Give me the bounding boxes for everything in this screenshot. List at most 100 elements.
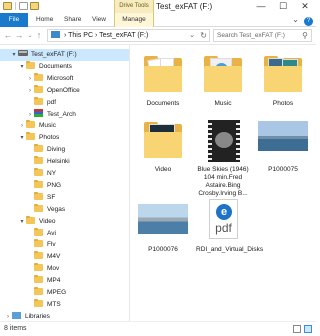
folder-icon (134, 116, 192, 164)
nav-item-png[interactable]: PNG (0, 179, 61, 192)
chevron-down-icon[interactable]: ⌄ (292, 15, 299, 24)
folder-icon (26, 215, 35, 224)
folder-icon (34, 156, 43, 165)
close-button[interactable]: ✕ (294, 0, 316, 13)
minimize-button[interactable]: — (250, 0, 272, 13)
nav-item-label: MP4 (47, 277, 61, 285)
nav-item-helsinki[interactable]: Helsinki (0, 156, 70, 168)
up-arrow-icon[interactable]: ↑ (34, 30, 44, 40)
nav-item-pdf[interactable]: pdf (0, 96, 57, 109)
folder-icon (34, 203, 43, 212)
pdf-icon-text: pdf (215, 221, 232, 235)
file-item-photos[interactable]: Photos (254, 50, 312, 108)
nav-item-test-exfat-f[interactable]: ▾ Test_exFAT (F:) (0, 49, 129, 61)
chevron-right-icon[interactable]: › (26, 85, 34, 97)
chevron-down-icon[interactable]: ⌄ (189, 30, 195, 41)
maximize-button[interactable]: ☐ (272, 0, 294, 13)
file-item-p1000076[interactable]: P1000076 (134, 196, 192, 254)
ribbon-tabs: File Home Share View Manage ⌄ ? (0, 13, 316, 27)
nav-item-openoffice[interactable]: › OpenOffice (0, 84, 80, 97)
file-item-music[interactable]: Music (194, 50, 252, 108)
file-item-documents[interactable]: Documents (134, 50, 192, 108)
file-item-video[interactable]: Video (134, 116, 192, 174)
file-list[interactable]: Documents Music Photos Video Blue Skies … (131, 45, 316, 321)
image-thumbnail (134, 196, 192, 244)
folder-icon (26, 132, 35, 141)
breadcrumb-this-pc[interactable]: This PC (68, 32, 93, 39)
file-item-p1000075[interactable]: P1000075 (254, 116, 312, 174)
file-item-blue-skies[interactable]: Blue Skies (1946) 104 min.Fred Astaire.B… (194, 116, 252, 198)
nav-item-flv[interactable]: Flv (0, 239, 56, 251)
tab-view[interactable]: View (87, 13, 111, 27)
edge-icon: e (216, 204, 232, 220)
chevron-down-icon[interactable]: ▾ (10, 49, 18, 61)
chevron-down-icon[interactable]: ▾ (18, 216, 26, 228)
nav-item-documents[interactable]: ▾ Documents (0, 60, 72, 73)
nav-item-m4v[interactable]: M4V (0, 251, 60, 263)
tab-manage[interactable]: Manage (114, 13, 154, 27)
nav-item-mp4[interactable]: MP4 (0, 275, 60, 287)
title-bar: Drive Tools Test_exFAT (F:) — ☐ ✕ (0, 0, 316, 13)
tab-share[interactable]: Share (59, 13, 86, 27)
nav-item-microsoft[interactable]: › Microsoft (0, 72, 73, 85)
nav-item-ny[interactable]: NY (0, 168, 56, 180)
folder-icon (134, 50, 192, 98)
nav-item-mpeg[interactable]: MPEG (0, 287, 66, 299)
new-folder-icon[interactable] (30, 2, 39, 10)
chevron-right-icon[interactable]: › (18, 120, 26, 132)
large-icons-view-icon[interactable] (304, 325, 312, 333)
nav-item-music[interactable]: › Music (0, 120, 56, 132)
address-bar[interactable]: › This PC › Test_exFAT (F:) ⌄ ↻ (47, 29, 210, 42)
folder-icon (34, 144, 43, 153)
nav-item-avi[interactable]: Avi (0, 227, 56, 240)
chevron-down-icon[interactable]: ▾ (18, 61, 26, 73)
tab-file[interactable]: File (0, 13, 28, 27)
address-bar-row: ← → ⌄ ↑ › This PC › Test_exFAT (F:) ⌄ ↻ … (0, 27, 316, 45)
nav-item-sf[interactable]: SF (0, 191, 55, 204)
nav-item-label: Test_Arch (47, 110, 76, 118)
video-thumbnail (194, 116, 252, 164)
folder-icon (34, 72, 43, 81)
nav-item-mts[interactable]: MTS (0, 298, 61, 311)
breadcrumb-drive[interactable]: Test_exFAT (F:) (99, 32, 148, 39)
nav-item-video[interactable]: ▾ Video (0, 215, 56, 228)
nav-item-mov[interactable]: Mov (0, 263, 59, 275)
nav-item-label: Flv (47, 241, 56, 249)
nav-item-label: NY (47, 170, 57, 177)
archive-icon (34, 108, 43, 117)
toolbar-divider (15, 2, 16, 10)
file-item-rdi-pdf[interactable]: e pdf RDI_and_Virtual_Disks (194, 196, 263, 254)
nav-item-label: Vegas (47, 205, 66, 213)
nav-item-label: Video (39, 217, 56, 225)
back-arrow-icon[interactable]: ← (3, 30, 13, 40)
folder-icon (34, 275, 43, 284)
chevron-right-icon[interactable]: › (4, 311, 12, 321)
chevron-right-icon[interactable]: › (26, 73, 34, 85)
quick-access-toolbar (3, 2, 39, 10)
forward-arrow-icon[interactable]: → (14, 30, 24, 40)
nav-item-libraries[interactable]: › Libraries (0, 311, 50, 321)
help-icon[interactable]: ? (304, 17, 313, 26)
file-name: Music (214, 100, 232, 107)
folder-icon (34, 263, 43, 272)
tab-home[interactable]: Home (31, 13, 58, 27)
folder-icon (26, 60, 35, 69)
chevron-down-icon[interactable]: ▾ (18, 132, 26, 144)
nav-item-diving[interactable]: Diving (0, 144, 65, 156)
refresh-icon[interactable]: ↻ (200, 30, 207, 41)
chevron-right-icon[interactable]: › (26, 109, 34, 121)
nav-item-photos[interactable]: ▾ Photos (0, 132, 59, 144)
file-name: P1000076 (148, 246, 178, 253)
nav-item-label: M4V (47, 253, 61, 261)
search-input[interactable]: Search Test_exFAT (F:) ⚲ (213, 29, 312, 42)
folder-icon[interactable] (3, 2, 12, 10)
properties-icon[interactable] (19, 2, 28, 10)
navigation-pane[interactable]: ▾ Test_exFAT (F:) ▾ Documents › Microsoft › Ope… (0, 45, 130, 321)
window-controls: — ☐ ✕ (250, 0, 316, 13)
window-title: Test_exFAT (F:) (156, 2, 213, 11)
nav-item-label: pdf (47, 98, 57, 106)
details-view-icon[interactable] (293, 325, 301, 333)
nav-item-vegas[interactable]: Vegas (0, 203, 66, 216)
folder-icon (34, 179, 43, 188)
nav-item-test-arch[interactable]: › Test_Arch (0, 108, 76, 121)
